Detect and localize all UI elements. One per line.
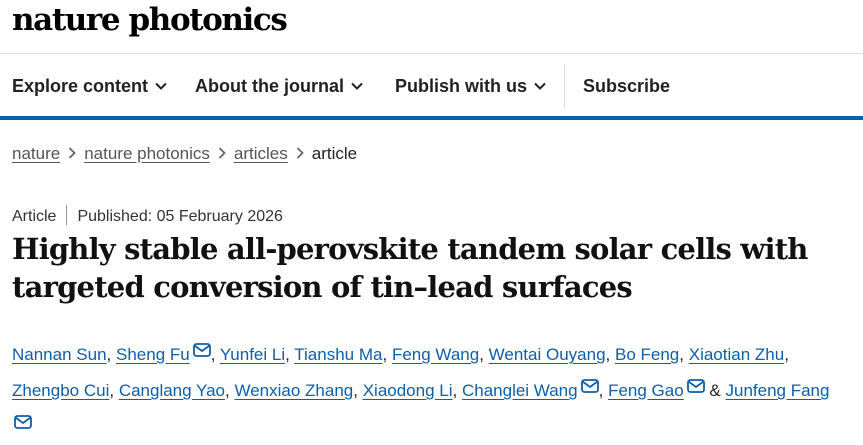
breadcrumb-nature[interactable]: nature — [12, 144, 60, 163]
header-divider — [0, 53, 863, 54]
author-separator: , — [479, 345, 484, 364]
chevron-down-icon — [351, 82, 363, 90]
author-separator: , — [109, 381, 115, 400]
nav-publish-with-us-label: Publish with us — [395, 76, 528, 96]
author-separator: , — [210, 345, 216, 364]
journal-logo[interactable]: nature photonics — [12, 2, 288, 38]
author-link[interactable]: Xiaodong Li — [363, 381, 453, 400]
chevron-right-icon — [296, 147, 304, 159]
nav-subscribe-label: Subscribe — [583, 76, 671, 96]
article-title: Highly stable all-perovskite tandem sola… — [12, 230, 852, 306]
author-link[interactable]: Canglang Yao — [119, 381, 225, 400]
nav-subscribe[interactable]: Subscribe — [583, 64, 670, 108]
published-date: Published: 05 February 2026 — [77, 208, 283, 225]
article-title-line-1: Highly stable all-perovskite tandem sola… — [12, 232, 808, 266]
author-link[interactable]: Feng Wang — [392, 345, 479, 364]
nav-explore-content[interactable]: Explore content — [12, 64, 167, 108]
breadcrumb: nature nature photonics articles article — [12, 144, 357, 164]
nav-divider — [564, 64, 565, 108]
nav-publish-with-us[interactable]: Publish with us — [395, 64, 546, 108]
chevron-right-icon — [218, 147, 226, 159]
accent-bar — [0, 116, 863, 120]
author-link[interactable]: Nannan Sun — [12, 345, 107, 364]
author-link[interactable]: Wenxiao Zhang — [234, 381, 353, 400]
author-link[interactable]: Zhengbo Cui — [12, 381, 109, 400]
breadcrumb-articles[interactable]: articles — [234, 144, 288, 163]
main-nav: Explore content About the journal Publis… — [0, 64, 863, 108]
author-separator: , — [598, 381, 604, 400]
author-separator: , — [106, 345, 112, 364]
chevron-right-icon — [69, 147, 76, 159]
author-list: Nannan Sun, Sheng Fu, Yunfei Li, Tianshu… — [12, 337, 860, 445]
author-separator: , — [679, 345, 684, 364]
author-separator: , — [784, 345, 789, 364]
article-title-line-2: targeted conversion of tin–lead surfaces — [12, 270, 633, 304]
author-link[interactable]: Junfeng Fang — [725, 381, 829, 400]
author-ampersand: & — [709, 381, 721, 400]
breadcrumb-current: article — [311, 144, 358, 163]
nav-explore-content-label: Explore content — [12, 76, 149, 96]
author-link[interactable]: Bo Feng — [615, 345, 679, 364]
meta-divider — [66, 205, 68, 226]
mail-icon[interactable] — [686, 379, 705, 393]
author-link[interactable]: Yunfei Li — [220, 345, 285, 364]
author-link[interactable]: Sheng Fu — [116, 345, 190, 364]
mail-icon[interactable] — [14, 415, 32, 429]
author-link[interactable]: Xiaotian Zhu — [689, 345, 784, 364]
author-separator: , — [605, 345, 611, 364]
mail-icon[interactable] — [192, 343, 211, 357]
author-link[interactable]: Tianshu Ma — [294, 345, 382, 364]
author-separator: , — [452, 381, 458, 400]
author-link[interactable]: Changlei Wang — [462, 381, 578, 400]
author-separator: , — [285, 345, 290, 364]
author-link[interactable]: Wentai Ouyang — [489, 345, 606, 364]
nav-about-journal-label: About the journal — [195, 76, 344, 96]
author-link[interactable]: Feng Gao — [608, 381, 684, 400]
author-separator: , — [353, 381, 358, 400]
mail-icon[interactable] — [580, 379, 599, 393]
nav-about-journal[interactable]: About the journal — [195, 64, 363, 108]
author-separator: , — [382, 345, 388, 364]
article-type: Article — [12, 208, 57, 225]
breadcrumb-nature-photonics[interactable]: nature photonics — [84, 144, 210, 163]
author-separator: , — [225, 381, 230, 400]
chevron-down-icon — [155, 82, 167, 90]
chevron-down-icon — [534, 82, 546, 90]
article-meta: Article Published: 05 February 2026 — [12, 205, 283, 226]
